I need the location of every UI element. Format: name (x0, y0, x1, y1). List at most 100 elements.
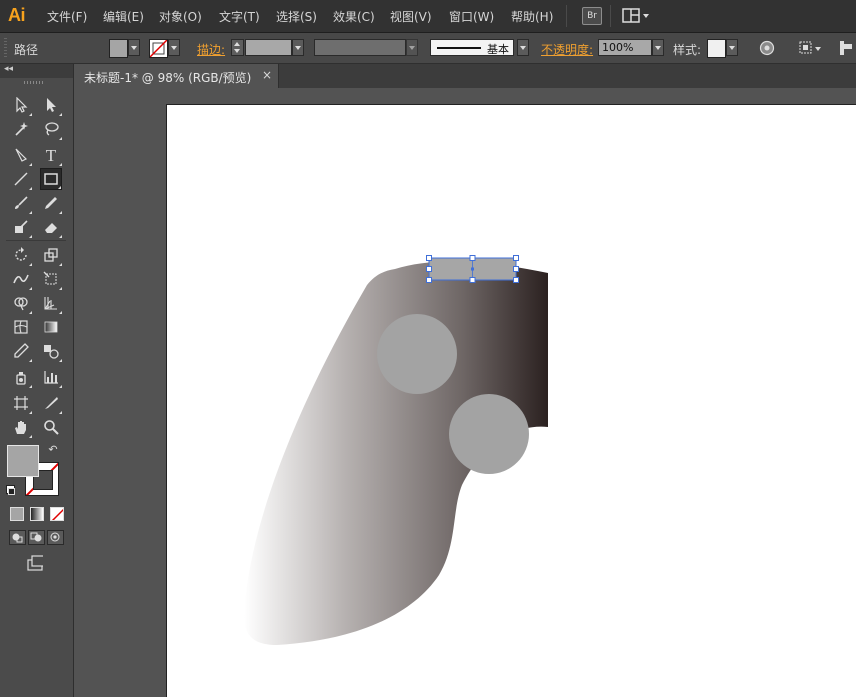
scale-tool[interactable] (40, 244, 62, 266)
artboard[interactable] (167, 105, 856, 697)
eyedropper-tool[interactable] (10, 340, 32, 362)
menu-window[interactable]: 窗口(W) (449, 8, 494, 25)
line-segment-tool[interactable] (10, 168, 32, 190)
opacity-dropdown[interactable] (652, 39, 664, 56)
paintbrush-tool[interactable] (10, 192, 32, 214)
selection-handle[interactable] (426, 266, 432, 272)
direct-selection-tool[interactable] (40, 94, 62, 116)
draw-inside-button[interactable] (47, 530, 64, 545)
fill-color-box[interactable] (7, 445, 39, 477)
stroke-dropdown-arrow[interactable] (168, 39, 180, 56)
color-mode-button[interactable] (10, 507, 24, 521)
menu-help[interactable]: 帮助(H) (511, 8, 553, 25)
pencil-tool[interactable] (40, 192, 62, 214)
menu-effect[interactable]: 效果(C) (333, 8, 375, 25)
menu-object[interactable]: 对象(O) (159, 8, 202, 25)
column-graph-tool[interactable] (40, 366, 62, 388)
transform-panel-button[interactable] (838, 40, 854, 56)
artboard-tool[interactable] (10, 392, 32, 414)
selection-handle[interactable] (513, 255, 519, 261)
graphic-style-swatch[interactable] (707, 39, 726, 58)
shape-builder-tool[interactable] (10, 292, 32, 314)
hand-tool[interactable] (10, 416, 32, 438)
magic-wand-tool[interactable] (10, 118, 32, 140)
blend-tool[interactable] (40, 340, 62, 362)
mesh-icon (14, 320, 28, 334)
menu-separator (610, 5, 611, 27)
symbol-sprayer-icon (16, 372, 26, 385)
rotate-tool[interactable] (10, 244, 32, 266)
type-tool[interactable]: T (40, 144, 62, 166)
magic-wand-icon (15, 122, 28, 136)
selection-handle[interactable] (469, 277, 476, 283)
variable-width-dropdown[interactable] (406, 39, 418, 56)
draw-behind-button[interactable] (28, 530, 45, 545)
style-label: 样式: (673, 43, 702, 57)
magnifier-icon (44, 420, 59, 435)
selection-handle[interactable] (513, 266, 519, 272)
document-tab[interactable]: 未标题-1* @ 98% (RGB/预览) × (74, 64, 279, 88)
mesh-tool[interactable] (10, 316, 32, 338)
panel-grip[interactable] (24, 81, 44, 84)
selection-handle[interactable] (426, 277, 432, 283)
bridge-button[interactable]: Br (582, 7, 602, 25)
draw-normal-button[interactable] (9, 530, 26, 545)
stroke-weight-input[interactable] (245, 39, 292, 56)
gradient-tool[interactable] (40, 316, 62, 338)
panel-grip[interactable] (4, 38, 7, 58)
menu-edit[interactable]: 编辑(E) (103, 8, 144, 25)
lasso-tool[interactable] (40, 118, 62, 140)
selection-handle[interactable] (469, 255, 476, 261)
none-mode-button[interactable] (50, 507, 64, 521)
paintbrush-icon (15, 196, 28, 209)
stroke-weight-stepper[interactable] (231, 39, 244, 56)
menu-view[interactable]: 视图(V) (390, 8, 432, 25)
eraser-tool[interactable] (40, 216, 62, 238)
line-segment-icon (14, 172, 28, 186)
workspace-switcher-button[interactable] (622, 8, 652, 24)
fill-swatch[interactable] (109, 39, 128, 58)
stroke-weight-dropdown[interactable] (292, 39, 304, 56)
symbol-sprayer-tool[interactable] (10, 366, 32, 388)
fill-dropdown-arrow[interactable] (128, 39, 140, 56)
variable-width-profile[interactable] (314, 39, 406, 56)
recolor-artwork-button[interactable] (759, 40, 775, 56)
menu-file[interactable]: 文件(F) (47, 8, 87, 25)
rectangle-tool[interactable] (40, 168, 62, 190)
selection-handle[interactable] (426, 255, 432, 261)
zoom-tool[interactable] (40, 416, 62, 438)
menu-type[interactable]: 文字(T) (219, 8, 260, 25)
gradient-mode-button[interactable] (30, 507, 44, 521)
width-tool[interactable] (10, 268, 32, 290)
blob-brush-tool[interactable] (10, 216, 32, 238)
gray-circle-bottom[interactable] (449, 394, 529, 474)
stroke-weight-label[interactable]: 描边: (197, 41, 225, 58)
swap-fill-stroke-icon[interactable]: ↶ (46, 442, 60, 456)
workspace-layout-icon (622, 8, 649, 23)
align-panel-button[interactable] (799, 40, 823, 56)
free-transform-tool[interactable] (40, 268, 62, 290)
opacity-label[interactable]: 不透明度: (541, 41, 593, 58)
screen-mode-button[interactable] (24, 554, 46, 572)
shape-builder-icon (14, 297, 28, 311)
pen-tool[interactable] (10, 144, 32, 166)
selection-handle[interactable] (513, 277, 519, 283)
artwork (244, 255, 548, 645)
eyedropper-icon (14, 343, 29, 358)
selection-tool[interactable] (10, 94, 32, 116)
stroke-line-preview (437, 47, 481, 49)
menu-select[interactable]: 选择(S) (276, 8, 317, 25)
brush-definition-dropdown[interactable] (517, 39, 529, 56)
perspective-grid-tool[interactable] (40, 292, 62, 314)
collapse-panel-icon[interactable]: ◂◂ (4, 64, 13, 74)
opacity-input[interactable]: 100% (598, 39, 652, 56)
pen-nib-icon (15, 148, 28, 162)
stroke-swatch[interactable] (149, 39, 168, 58)
graphic-style-dropdown[interactable] (726, 39, 738, 56)
type-t-icon: T (45, 145, 57, 165)
slice-tool[interactable] (40, 392, 62, 414)
canvas-area[interactable] (74, 89, 856, 697)
close-tab-icon[interactable]: × (262, 68, 272, 82)
gray-circle-top[interactable] (377, 314, 457, 394)
brush-definition[interactable]: 基本 (430, 39, 514, 56)
